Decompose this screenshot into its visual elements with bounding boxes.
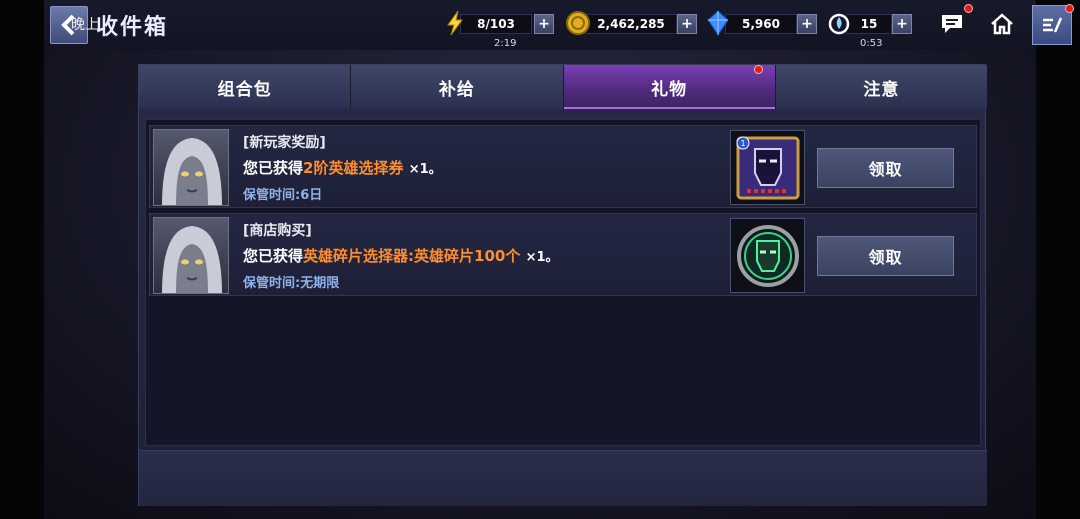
- mail-list: [新玩家奖励] 您已获得2阶英雄选择券 ×1。 保管时间:6日 1 领取 [商店…: [145, 119, 981, 446]
- tab-supplies[interactable]: 补给: [351, 65, 564, 109]
- mail-message-prefix: 您已获得: [243, 159, 304, 177]
- energy-timer: 2:19: [494, 38, 517, 49]
- iron-man-helmet-green-icon: [736, 224, 799, 287]
- mail-reward-qty: ×1。: [525, 250, 559, 265]
- sender-avatar: [153, 217, 229, 294]
- energy-resource: 8/103 + 2:19: [442, 10, 554, 49]
- left-letterbox: [0, 0, 44, 519]
- chat-icon: [942, 15, 962, 33]
- stamina-resource: 15 + 0:53: [826, 10, 912, 49]
- gold-add-button[interactable]: +: [677, 14, 697, 34]
- gold-value: 2,462,285: [585, 14, 677, 34]
- claim-button[interactable]: 领取: [817, 236, 954, 276]
- tab-label: 补给: [438, 79, 475, 100]
- menu-button[interactable]: [1032, 4, 1074, 45]
- menu-notification-dot: [1065, 4, 1074, 13]
- mail-expiry: 保管时间:无期限: [243, 276, 340, 291]
- stamina-value: 15: [846, 14, 892, 34]
- sender-avatar: [153, 129, 229, 206]
- reward-item[interactable]: [730, 218, 805, 293]
- tab-label: 注意: [863, 79, 900, 100]
- mail-title: [商店购买]: [243, 223, 312, 239]
- time-of-day-label: 晚上: [71, 17, 99, 33]
- tab-notices[interactable]: 注意: [775, 65, 987, 109]
- mail-message: 您已获得英雄碎片选择器:英雄碎片100个 ×1。: [243, 245, 559, 266]
- blue-crystal-icon: [705, 10, 731, 36]
- inbox-panel: 组合包 补给 礼物 注意 [新玩家奖励] 您已获得2阶英雄选择券 ×1。 保管时…: [138, 64, 987, 506]
- menu-icon: [1043, 17, 1063, 33]
- gold-coin-icon: [565, 10, 591, 36]
- item-tier-badge: 1: [740, 139, 745, 148]
- mail-message: 您已获得2阶英雄选择券 ×1。: [243, 157, 442, 178]
- energy-add-button[interactable]: +: [534, 14, 554, 34]
- chat-button[interactable]: [928, 0, 976, 48]
- stamina-flame-icon: [826, 10, 852, 36]
- mail-row: [商店购买] 您已获得英雄碎片选择器:英雄碎片100个 ×1。 保管时间:无期限…: [149, 213, 977, 296]
- chat-notification-dot: [964, 4, 973, 13]
- right-letterbox: [1036, 0, 1080, 519]
- mail-title: [新玩家奖励]: [243, 135, 326, 151]
- home-button[interactable]: [978, 0, 1026, 48]
- panel-footer: [139, 450, 987, 506]
- mail-reward-name: 英雄碎片选择器:英雄碎片100个: [303, 247, 521, 265]
- crystal-value: 5,960: [725, 14, 797, 34]
- home-icon: [991, 13, 1013, 35]
- mail-row: [新玩家奖励] 您已获得2阶英雄选择券 ×1。 保管时间:6日 1 领取: [149, 125, 977, 208]
- mail-reward-name: 2阶英雄选择券: [303, 159, 404, 177]
- mail-expiry: 保管时间:6日: [243, 188, 323, 203]
- stamina-timer: 0:53: [860, 38, 883, 49]
- iron-man-helmet-purple-icon: 1: [736, 136, 799, 199]
- tab-bundles[interactable]: 组合包: [139, 65, 352, 109]
- crystal-resource: 5,960 +: [707, 10, 817, 36]
- mail-message-prefix: 您已获得: [243, 247, 304, 265]
- lightning-icon: [442, 10, 468, 36]
- stamina-add-button[interactable]: +: [892, 14, 912, 34]
- tab-label: 组合包: [217, 79, 272, 100]
- tab-notification-dot: [753, 65, 763, 74]
- claim-button[interactable]: 领取: [817, 148, 954, 188]
- tab-label: 礼物: [651, 79, 688, 100]
- tab-bar: 组合包 补给 礼物 注意: [139, 65, 987, 109]
- tab-gifts[interactable]: 礼物: [563, 65, 776, 109]
- energy-value: 8/103: [460, 14, 532, 34]
- gold-resource: 2,462,285 +: [565, 10, 697, 36]
- reward-item[interactable]: 1: [730, 130, 805, 205]
- page-title: 收件箱: [96, 15, 169, 40]
- mail-reward-qty: ×1。: [408, 162, 442, 177]
- crystal-add-button[interactable]: +: [797, 14, 817, 34]
